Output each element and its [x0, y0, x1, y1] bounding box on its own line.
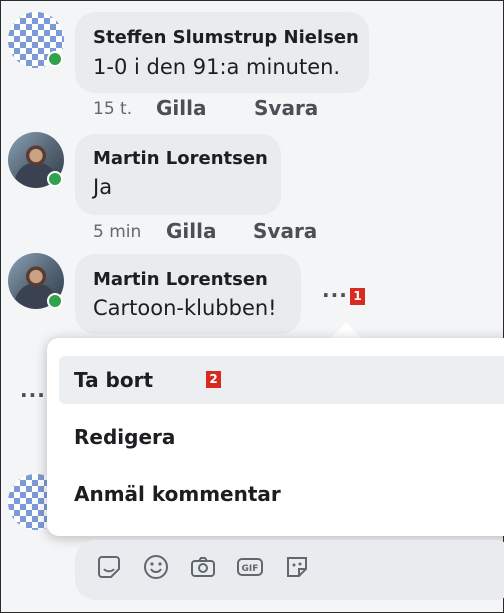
camera-icon[interactable]	[189, 553, 217, 581]
menu-item-label: Anmäl kommentar	[74, 482, 281, 506]
gif-icon-text: GIF	[242, 564, 259, 574]
menu-caret	[330, 322, 362, 339]
online-status-dot	[47, 51, 63, 67]
collapsed-replies-dots[interactable]: ···	[20, 383, 46, 407]
menu-item-report[interactable]: Anmäl kommentar	[59, 470, 504, 518]
reply-button[interactable]: Svara	[253, 219, 317, 243]
comment-text: 1-0 i den 91:a minuten.	[93, 55, 341, 79]
sticker-icon[interactable]	[95, 553, 123, 581]
more-options-button[interactable]: ···	[322, 283, 348, 307]
step-badge: 1	[350, 288, 365, 305]
comment-author[interactable]: Martin Lorentsen	[93, 269, 268, 290]
comment-timestamp[interactable]: 5 min	[93, 222, 141, 242]
menu-item-edit[interactable]: Redigera	[59, 413, 504, 461]
comment-timestamp[interactable]: 15 t.	[93, 99, 132, 119]
reply-button[interactable]: Svara	[254, 96, 318, 120]
comment-text: Ja	[93, 175, 113, 199]
comment-bubble	[75, 12, 369, 93]
comment-options-menu: Ta bort 2 Redigera Anmäl kommentar	[47, 338, 504, 536]
emoji-icon[interactable]	[142, 553, 170, 581]
menu-item-delete[interactable]: Ta bort 2	[59, 356, 504, 404]
sticker-note-icon[interactable]	[283, 553, 311, 581]
like-button[interactable]: Gilla	[166, 219, 216, 243]
step-badge: 2	[206, 371, 221, 388]
comment-author[interactable]: Martin Lorentsen	[93, 148, 268, 169]
comment-bubble	[75, 254, 301, 334]
gif-icon[interactable]: GIF	[236, 553, 264, 581]
comment-author[interactable]: Steffen Slumstrup Nielsen	[93, 27, 359, 48]
reply-input-box[interactable]: GIF	[75, 540, 504, 600]
comment-text: Cartoon-klubben!	[93, 296, 277, 320]
menu-item-label: Ta bort	[74, 368, 154, 392]
online-status-dot	[47, 293, 63, 309]
menu-item-label: Redigera	[74, 425, 176, 449]
online-status-dot	[47, 171, 63, 187]
like-button[interactable]: Gilla	[156, 96, 206, 120]
